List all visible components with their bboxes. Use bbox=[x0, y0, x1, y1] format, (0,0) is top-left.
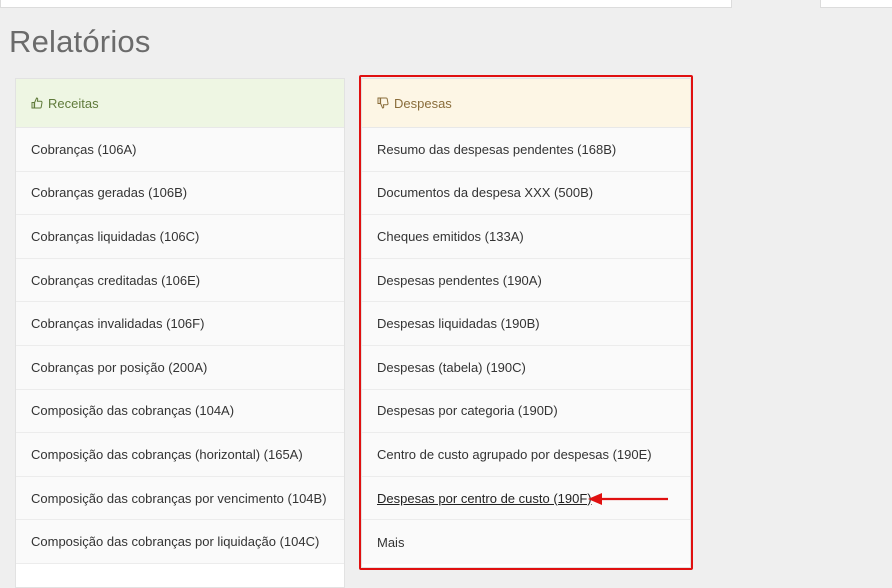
top-bar-right bbox=[820, 0, 892, 8]
receitas-item[interactable]: Cobranças por posição (200A) bbox=[16, 345, 344, 390]
red-arrow-icon bbox=[588, 493, 668, 505]
despesas-more-link[interactable]: Mais bbox=[362, 520, 690, 564]
page-title: Relatórios bbox=[9, 24, 151, 59]
top-bar-left bbox=[0, 0, 732, 8]
receitas-item[interactable]: Cobranças liquidadas (106C) bbox=[16, 215, 344, 259]
despesas-item[interactable]: Despesas por categoria (190D) bbox=[362, 389, 690, 434]
despesas-item[interactable]: Despesas liquidadas (190B) bbox=[362, 302, 690, 346]
despesas-item[interactable]: Despesas pendentes (190A) bbox=[362, 258, 690, 303]
despesas-item[interactable]: Despesas (tabela) (190C) bbox=[362, 345, 690, 390]
thumbs-down-icon bbox=[377, 97, 389, 109]
receitas-heading-label: Receitas bbox=[48, 95, 99, 111]
receitas-item[interactable]: Composição das cobranças por vencimento … bbox=[16, 476, 344, 521]
thumbs-up-icon bbox=[31, 97, 43, 109]
despesas-item[interactable]: Centro de custo agrupado por despesas (1… bbox=[362, 433, 690, 477]
despesas-heading-label: Despesas bbox=[394, 95, 452, 111]
receitas-item[interactable]: Cobranças creditadas (106E) bbox=[16, 258, 344, 303]
despesas-item[interactable]: Documentos da despesa XXX (500B) bbox=[362, 171, 690, 216]
despesas-heading: Despesas bbox=[362, 79, 690, 128]
receitas-item[interactable]: Composição das cobranças por liquidação … bbox=[16, 520, 344, 564]
receitas-item[interactable]: Cobranças invalidadas (106F) bbox=[16, 302, 344, 346]
receitas-panel: Receitas Cobranças (106A) Cobranças gera… bbox=[15, 78, 345, 588]
despesas-item[interactable]: Cheques emitidos (133A) bbox=[362, 215, 690, 259]
receitas-item[interactable]: Composição das cobranças (horizontal) (1… bbox=[16, 433, 344, 477]
receitas-heading: Receitas bbox=[16, 79, 344, 128]
despesas-item[interactable]: Resumo das despesas pendentes (168B) bbox=[362, 128, 690, 172]
receitas-item[interactable]: Cobranças (106A) bbox=[16, 128, 344, 172]
receitas-item[interactable]: Cobranças geradas (106B) bbox=[16, 171, 344, 216]
receitas-item[interactable]: Composição das cobranças (104A) bbox=[16, 389, 344, 434]
